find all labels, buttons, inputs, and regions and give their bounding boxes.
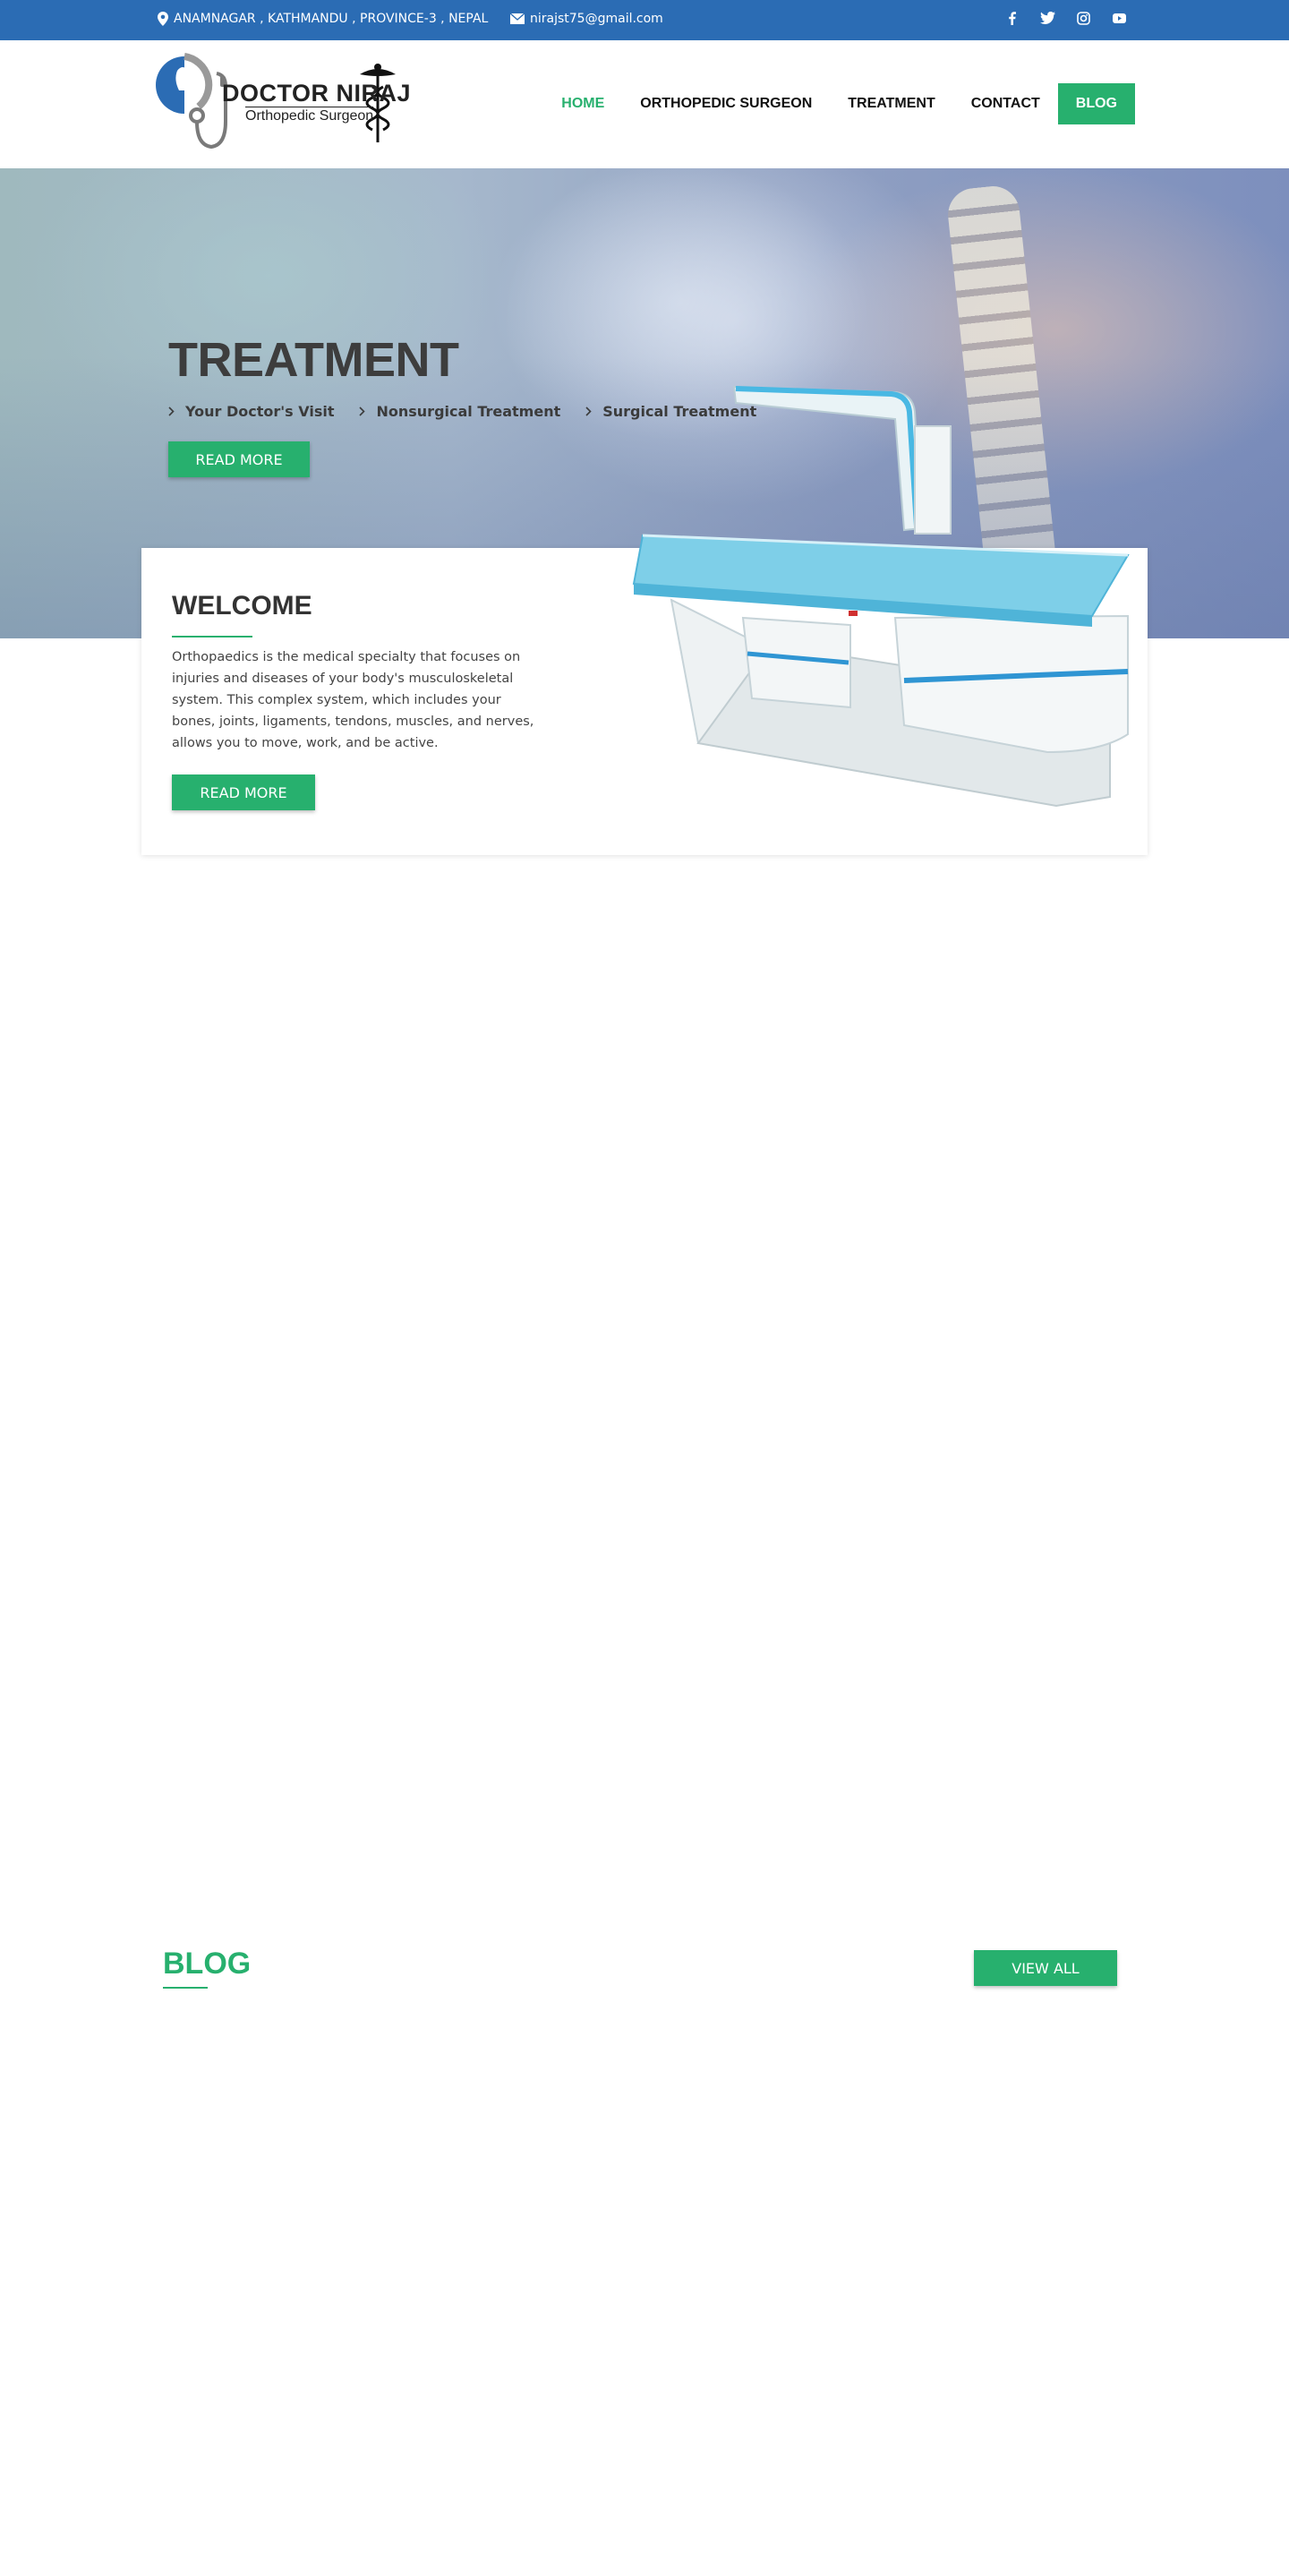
- site-logo[interactable]: DOCTOR NIRAJ Orthopedic Surgeon: [152, 51, 411, 154]
- welcome-title: WELCOME: [172, 591, 312, 620]
- site-header: DOCTOR NIRAJ Orthopedic Surgeon HOME ORT…: [0, 40, 1289, 168]
- nav-orthopedic-surgeon[interactable]: ORTHOPEDIC SURGEON: [622, 83, 830, 124]
- link-nonsurgical-treatment[interactable]: Nonsurgical Treatment: [359, 403, 560, 420]
- welcome-text: Orthopaedics is the medical specialty th…: [172, 650, 534, 750]
- chevron-right-icon: [359, 407, 366, 416]
- nav-home[interactable]: HOME: [543, 83, 622, 124]
- hero-read-more-button[interactable]: READ MORE: [168, 441, 310, 477]
- twitter-icon[interactable]: [1038, 9, 1056, 27]
- nav-treatment[interactable]: TREATMENT: [830, 83, 952, 124]
- blog-title: BLOG: [163, 1947, 252, 1981]
- medical-scanner-image: [632, 385, 1130, 808]
- social-links: [1003, 9, 1128, 27]
- nav-blog[interactable]: BLOG: [1057, 83, 1135, 124]
- address-text: ANAMNAGAR , KATHMANDU , PROVINCE-3 , NEP…: [174, 12, 489, 26]
- address: ANAMNAGAR , KATHMANDU , PROVINCE-3 , NEP…: [158, 12, 488, 26]
- facebook-icon[interactable]: [1003, 9, 1020, 27]
- instagram-icon[interactable]: [1074, 9, 1092, 27]
- youtube-icon[interactable]: [1110, 9, 1128, 27]
- envelope-icon: [510, 13, 525, 24]
- nav-contact[interactable]: CONTACT: [953, 83, 1058, 124]
- chevron-right-icon: [585, 407, 592, 416]
- main-nav: HOME ORTHOPEDIC SURGEON TREATMENT CONTAC…: [543, 83, 1135, 124]
- title-underline: [172, 636, 252, 638]
- view-all-button[interactable]: VIEW ALL: [974, 1950, 1117, 1986]
- location-pin-icon: [158, 12, 168, 26]
- logo-subtitle: Orthopedic Surgeon: [245, 107, 374, 124]
- welcome-read-more-button[interactable]: READ MORE: [172, 775, 315, 810]
- chevron-right-icon: [168, 407, 175, 416]
- link-doctors-visit[interactable]: Your Doctor's Visit: [168, 403, 334, 420]
- top-bar: ANAMNAGAR , KATHMANDU , PROVINCE-3 , NEP…: [0, 0, 1289, 40]
- email[interactable]: nirajst75@gmail.com: [510, 12, 663, 26]
- logo-brand-text: DOCTOR NIRAJ: [222, 80, 412, 107]
- email-text[interactable]: nirajst75@gmail.com: [530, 12, 663, 26]
- hero-title: TREATMENT: [168, 333, 459, 387]
- blog-title-underline: [163, 1987, 208, 1989]
